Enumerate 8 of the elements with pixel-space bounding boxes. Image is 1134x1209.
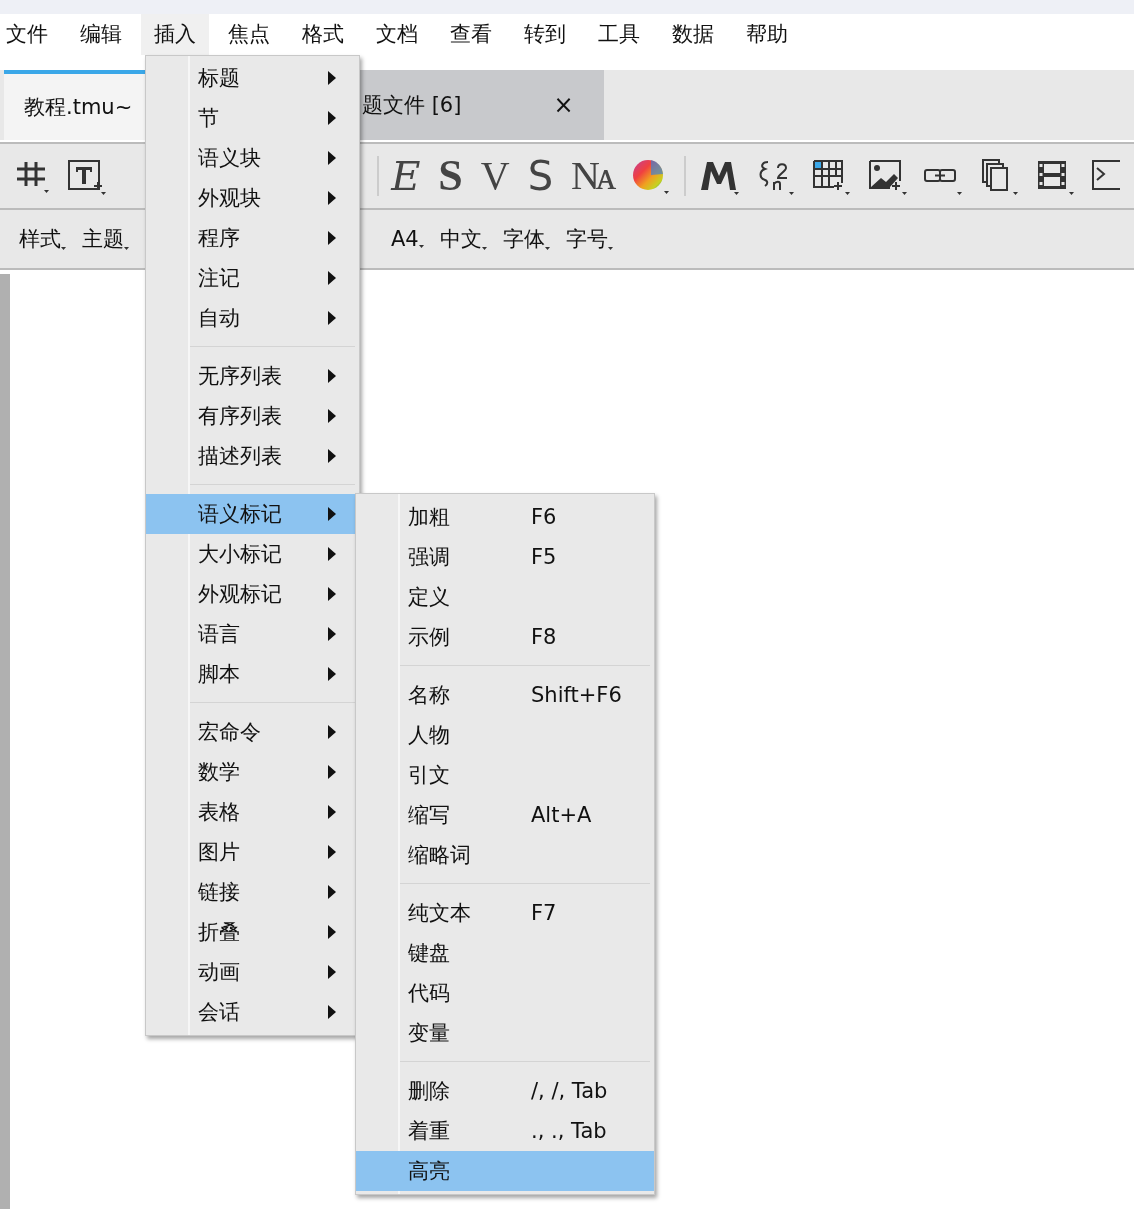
shortcut-label: F6 bbox=[531, 505, 557, 529]
shortcut-label: /, /, Tab bbox=[531, 1079, 608, 1103]
shortcut-label: F8 bbox=[531, 625, 557, 649]
shortcut-label: Shift+F6 bbox=[531, 683, 622, 707]
shortcut-label: Alt+A bbox=[531, 803, 592, 827]
shortcut-label: F5 bbox=[531, 545, 557, 569]
shortcut-label: ., ., Tab bbox=[531, 1119, 607, 1143]
shortcut-label: F7 bbox=[531, 901, 557, 925]
